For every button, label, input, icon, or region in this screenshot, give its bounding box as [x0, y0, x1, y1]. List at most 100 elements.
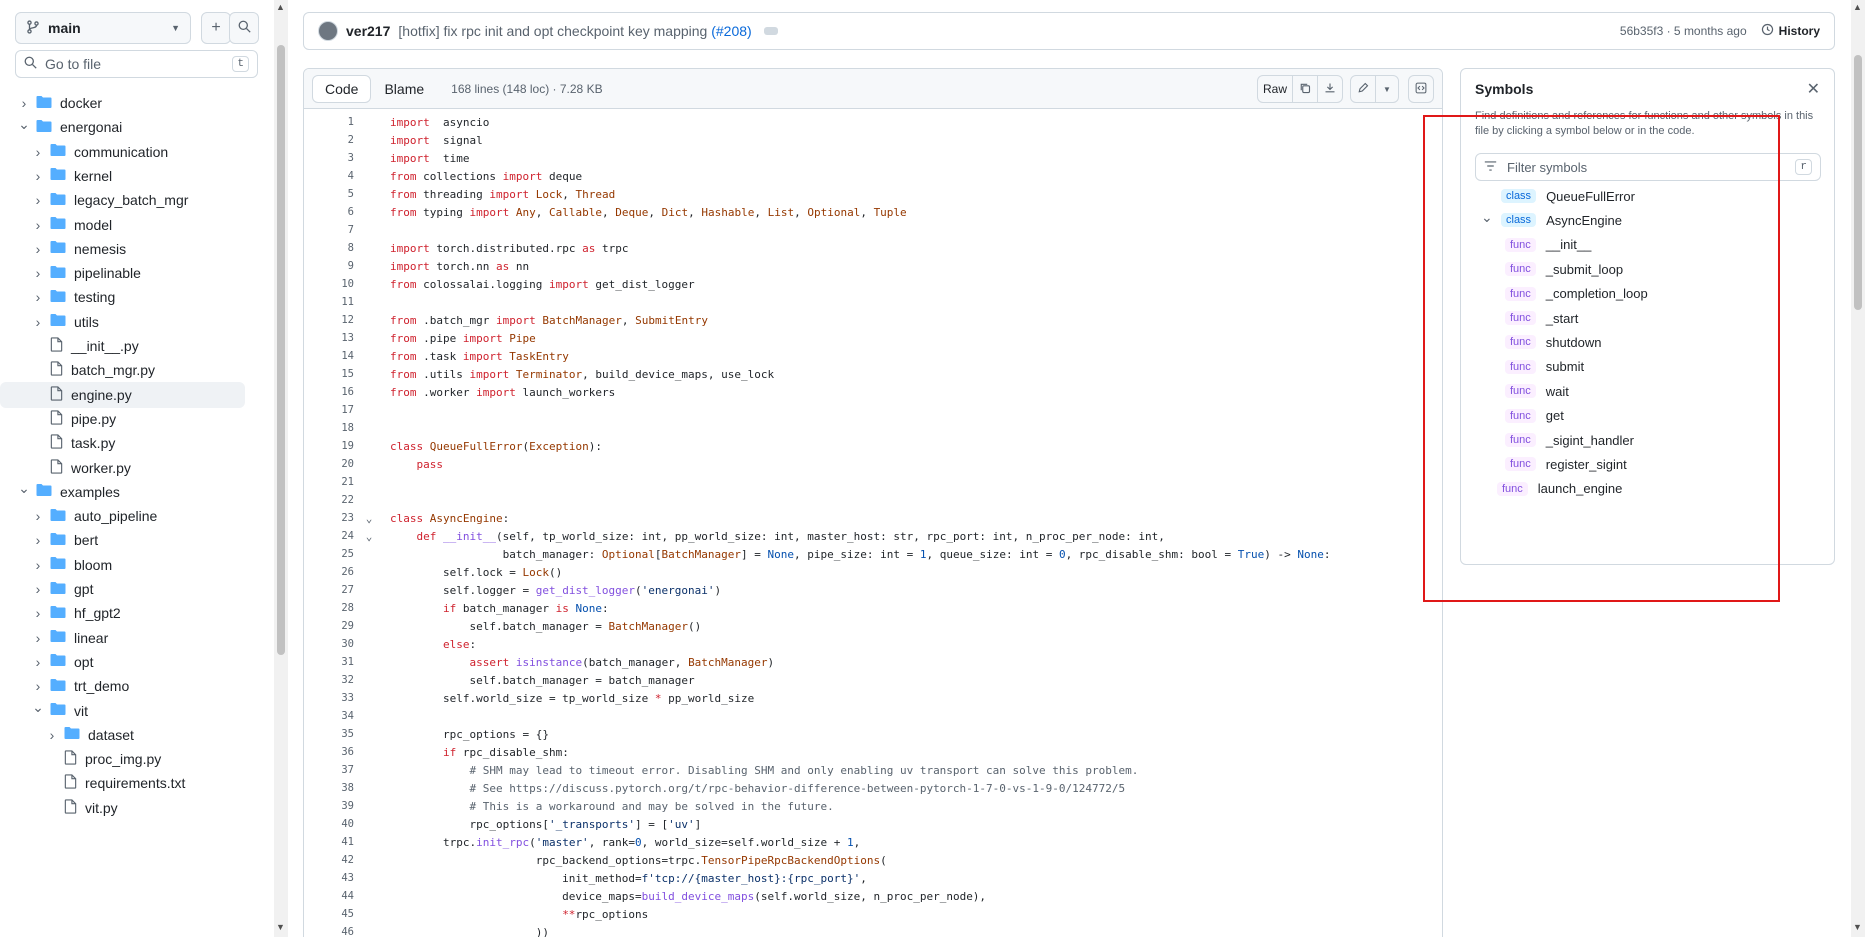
- tree-folder[interactable]: › bert: [0, 527, 245, 553]
- tree-file[interactable]: __init__.py: [0, 333, 245, 359]
- line-number[interactable]: 36: [304, 746, 354, 758]
- tab-code[interactable]: Code: [312, 74, 372, 103]
- line-number[interactable]: 6: [304, 206, 354, 218]
- go-to-file-input[interactable]: Go to file t: [15, 50, 258, 78]
- code-line[interactable]: 28 if batch_manager is None:: [304, 599, 1442, 617]
- line-number[interactable]: 41: [304, 836, 354, 848]
- code-line[interactable]: 14 from .task import TaskEntry: [304, 347, 1442, 365]
- tree-folder[interactable]: › communication: [0, 139, 245, 165]
- line-number[interactable]: 17: [304, 404, 354, 416]
- chevron-right-icon[interactable]: ›: [32, 630, 44, 646]
- commit-author[interactable]: ver217: [346, 23, 390, 39]
- search-button[interactable]: [229, 12, 259, 44]
- line-number[interactable]: 9: [304, 260, 354, 272]
- line-number[interactable]: 7: [304, 224, 354, 236]
- line-number[interactable]: 2: [304, 134, 354, 146]
- code-line[interactable]: 15 from .utils import Terminator, build_d…: [304, 365, 1442, 383]
- code-line[interactable]: 23 ⌄ class AsyncEngine:: [304, 509, 1442, 527]
- line-number[interactable]: 35: [304, 728, 354, 740]
- branch-selector[interactable]: main ▼: [15, 12, 191, 44]
- fold-chevron-icon[interactable]: ⌄: [354, 530, 384, 543]
- line-number[interactable]: 46: [304, 926, 354, 937]
- line-number[interactable]: 16: [304, 386, 354, 398]
- chevron-right-icon[interactable]: ›: [32, 289, 44, 305]
- tree-folder[interactable]: ⌄ examples: [0, 479, 245, 505]
- line-number[interactable]: 13: [304, 332, 354, 344]
- symbols-panel-toggle[interactable]: [1408, 75, 1434, 103]
- line-number[interactable]: 11: [304, 296, 354, 308]
- avatar[interactable]: [318, 21, 338, 41]
- tab-blame[interactable]: Blame: [371, 75, 437, 103]
- tree-folder[interactable]: › legacy_batch_mgr: [0, 187, 245, 213]
- sidebar-scroll-thumb[interactable]: [277, 45, 285, 655]
- code-line[interactable]: 5 from threading import Lock, Thread: [304, 185, 1442, 203]
- code-line[interactable]: 38 # See https://discuss.pytorch.org/t/r…: [304, 779, 1442, 797]
- edit-options-dropdown[interactable]: ▼: [1375, 75, 1399, 103]
- line-number[interactable]: 5: [304, 188, 354, 200]
- code-line[interactable]: 34: [304, 707, 1442, 725]
- tree-folder[interactable]: › model: [0, 212, 245, 238]
- tree-folder[interactable]: ⌄ energonai: [0, 114, 245, 140]
- chevron-right-icon[interactable]: ›: [32, 508, 44, 524]
- add-file-button[interactable]: +: [201, 12, 231, 44]
- commit-message-text[interactable]: [hotfix] fix rpc init and opt checkpoint…: [398, 23, 707, 39]
- history-button[interactable]: History: [1761, 23, 1820, 39]
- chevron-right-icon[interactable]: ›: [46, 727, 58, 743]
- line-number[interactable]: 25: [304, 548, 354, 560]
- line-number[interactable]: 34: [304, 710, 354, 722]
- code-line[interactable]: 11: [304, 293, 1442, 311]
- page-scroll-thumb[interactable]: [1854, 55, 1862, 310]
- sidebar-scrollbar[interactable]: ▲ ▼: [274, 0, 288, 937]
- tree-folder[interactable]: › auto_pipeline: [0, 503, 245, 529]
- tree-folder[interactable]: › pipelinable: [0, 260, 245, 286]
- code-line[interactable]: 31 assert isinstance(batch_manager, Batc…: [304, 653, 1442, 671]
- code-line[interactable]: 22: [304, 491, 1442, 509]
- code-line[interactable]: 40 rpc_options['_transports'] = ['uv']: [304, 815, 1442, 833]
- line-number[interactable]: 3: [304, 152, 354, 164]
- tree-file[interactable]: proc_img.py: [0, 746, 245, 772]
- code-line[interactable]: 1 import asyncio: [304, 113, 1442, 131]
- tree-folder[interactable]: › kernel: [0, 163, 245, 189]
- line-number[interactable]: 8: [304, 242, 354, 254]
- code-line[interactable]: 3 import time: [304, 149, 1442, 167]
- line-number[interactable]: 24: [304, 530, 354, 542]
- line-number[interactable]: 21: [304, 476, 354, 488]
- expand-commit-ellipsis-icon[interactable]: [763, 27, 778, 35]
- chevron-right-icon[interactable]: ›: [32, 557, 44, 573]
- line-number[interactable]: 12: [304, 314, 354, 326]
- code-line[interactable]: 43 init_method=f'tcp://{master_host}:{rp…: [304, 869, 1442, 887]
- code-line[interactable]: 36 if rpc_disable_shm:: [304, 743, 1442, 761]
- chevron-right-icon[interactable]: ›: [18, 95, 30, 111]
- chevron-right-icon[interactable]: ›: [32, 314, 44, 330]
- tree-file[interactable]: engine.py: [0, 381, 245, 408]
- line-number[interactable]: 29: [304, 620, 354, 632]
- chevron-down-icon[interactable]: ⌄: [32, 699, 44, 716]
- line-number[interactable]: 40: [304, 818, 354, 830]
- code-line[interactable]: 9 import torch.nn as nn: [304, 257, 1442, 275]
- line-number[interactable]: 23: [304, 512, 354, 524]
- line-number[interactable]: 28: [304, 602, 354, 614]
- tree-folder[interactable]: › docker: [0, 90, 245, 116]
- line-number[interactable]: 19: [304, 440, 354, 452]
- tree-folder[interactable]: › nemesis: [0, 236, 245, 262]
- download-button[interactable]: [1317, 75, 1343, 103]
- tree-folder[interactable]: › opt: [0, 649, 245, 675]
- code-line[interactable]: 24 ⌄ def __init__(self, tp_world_size: in…: [304, 527, 1442, 545]
- code-line[interactable]: 44 device_maps=build_device_maps(self.wo…: [304, 887, 1442, 905]
- line-number[interactable]: 43: [304, 872, 354, 884]
- chevron-down-icon[interactable]: ⌄: [18, 116, 30, 133]
- line-number[interactable]: 4: [304, 170, 354, 182]
- chevron-right-icon[interactable]: ›: [32, 168, 44, 184]
- tree-file[interactable]: task.py: [0, 430, 245, 456]
- commit-meta[interactable]: 56b35f3 · 5 months ago: [1620, 24, 1747, 38]
- line-number[interactable]: 42: [304, 854, 354, 866]
- tree-folder[interactable]: › hf_gpt2: [0, 600, 245, 626]
- scroll-down-arrow-icon[interactable]: ▼: [276, 922, 285, 932]
- pr-link[interactable]: (#208): [711, 23, 751, 39]
- tree-folder[interactable]: › gpt: [0, 576, 245, 602]
- tree-file[interactable]: pipe.py: [0, 406, 245, 432]
- chevron-right-icon[interactable]: ›: [32, 605, 44, 621]
- line-number[interactable]: 15: [304, 368, 354, 380]
- fold-chevron-icon[interactable]: ⌄: [354, 512, 384, 525]
- chevron-right-icon[interactable]: ›: [32, 654, 44, 670]
